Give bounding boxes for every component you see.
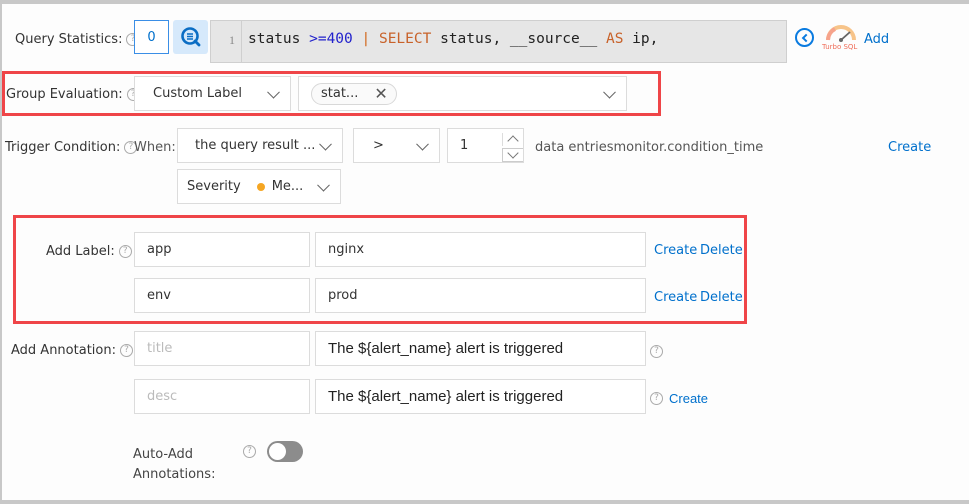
trigger-suffix-text: data entriesmonitor.condition_time — [535, 140, 764, 155]
help-icon[interactable]: ? — [119, 344, 133, 357]
create-label-link[interactable]: Create — [654, 290, 697, 305]
code-token: >=400 — [309, 31, 353, 47]
code-token: ip, — [623, 31, 659, 47]
query-count-box[interactable]: 0 — [134, 20, 169, 54]
group-label-multiselect[interactable]: stat... ✕ — [298, 76, 627, 111]
code-token: status, __source__ — [431, 31, 606, 47]
code-token: AS — [605, 31, 624, 47]
decrement-button[interactable] — [502, 147, 523, 162]
group-evaluation-select[interactable]: Custom Label — [134, 76, 291, 111]
create-annotation-link[interactable]: Create — [669, 391, 708, 406]
add-annotation-label: Add Annotation:? — [11, 343, 133, 358]
trigger-value-text: 1 — [460, 138, 469, 153]
create-label-link[interactable]: Create — [654, 243, 697, 258]
code-token: SELECT — [378, 31, 432, 47]
chevron-down-icon — [267, 85, 280, 99]
turbo-sql-label: Turbo SQL — [822, 43, 858, 51]
trigger-condition-text: Trigger Condition: — [5, 140, 121, 155]
editor-line-number: 1 — [211, 21, 242, 62]
query-search-icon — [180, 27, 200, 47]
trigger-subject-select[interactable]: the query result ... — [177, 128, 343, 163]
help-icon[interactable]: ? — [243, 445, 256, 458]
delete-label-link[interactable]: Delete — [700, 290, 743, 305]
trigger-condition-label: Trigger Condition:? — [5, 140, 138, 155]
label-key-input[interactable]: app — [134, 232, 310, 267]
severity-select[interactable]: Severity Me... — [177, 169, 341, 204]
annotation-key-input[interactable]: title — [134, 331, 310, 366]
group-evaluation-text: Group Evaluation: — [6, 87, 123, 102]
chevron-down-icon — [317, 178, 330, 192]
trigger-operator-select[interactable]: > — [353, 128, 440, 163]
close-icon[interactable]: ✕ — [374, 85, 387, 102]
severity-label: Severity — [187, 179, 241, 194]
trigger-value-input[interactable]: 1 — [447, 128, 524, 163]
chevron-down-icon — [319, 137, 332, 151]
trigger-operator-value: > — [373, 138, 384, 153]
increment-button[interactable] — [502, 133, 523, 147]
label-tag: stat... ✕ — [311, 82, 397, 105]
query-editor[interactable]: 1 status >=400 | SELECT status, __source… — [210, 20, 787, 63]
code-token: | — [352, 31, 379, 47]
toggle-knob — [269, 443, 286, 460]
annotation-value-input[interactable]: The ${alert_name} alert is triggered — [315, 331, 646, 366]
delete-label-link[interactable]: Delete — [700, 243, 743, 258]
when-label: When: — [134, 140, 176, 155]
auto-add-line1: Auto-Add — [133, 447, 193, 462]
gauge-icon — [826, 25, 856, 42]
group-evaluation-label: Group Evaluation:? — [6, 87, 140, 102]
auto-add-toggle[interactable] — [267, 441, 303, 462]
help-icon[interactable]: ? — [650, 345, 663, 358]
annotation-value-input[interactable]: The ${alert_name} alert is triggered — [315, 379, 646, 414]
query-statistics-label: Query Statistics:? — [15, 32, 140, 47]
alert-rule-form: Query Statistics:? 0 1 status >=400 | SE… — [2, 4, 969, 500]
auto-add-line2: Annotations: — [133, 467, 216, 482]
group-evaluation-value: Custom Label — [153, 86, 243, 101]
create-trigger-link[interactable]: Create — [888, 140, 931, 155]
trigger-subject-value: the query result ... — [195, 138, 316, 153]
chevron-down-icon — [416, 137, 429, 151]
add-annotation-text: Add Annotation: — [11, 343, 116, 358]
chevron-left-circle-icon[interactable] — [795, 28, 814, 47]
chevron-up-icon — [507, 135, 519, 147]
severity-value: Me... — [271, 179, 304, 194]
label-value-input[interactable]: prod — [315, 278, 646, 313]
help-icon[interactable]: ? — [118, 245, 132, 258]
query-statistics-text: Query Statistics: — [15, 32, 123, 47]
add-label-text: Add Label: — [46, 244, 115, 259]
query-search-button[interactable] — [173, 20, 208, 54]
editor-code-line[interactable]: status >=400 | SELECT status, __source__… — [248, 31, 658, 47]
turbo-sql-button[interactable]: Turbo SQL — [822, 23, 860, 55]
severity-dot-icon — [256, 182, 265, 191]
label-value-input[interactable]: nginx — [315, 232, 646, 267]
add-label-label: Add Label:? — [46, 244, 132, 259]
help-icon[interactable]: ? — [650, 392, 663, 405]
auto-add-annotations-label: Auto-Add Annotations: — [133, 445, 215, 485]
code-token: status — [248, 31, 310, 47]
chevron-down-icon — [603, 85, 616, 99]
label-key-input[interactable]: env — [134, 278, 310, 313]
annotation-key-input[interactable]: desc — [134, 379, 310, 414]
add-query-link[interactable]: Add — [864, 32, 889, 47]
label-tag-text: stat... — [321, 86, 359, 101]
chevron-down-icon — [507, 147, 519, 159]
